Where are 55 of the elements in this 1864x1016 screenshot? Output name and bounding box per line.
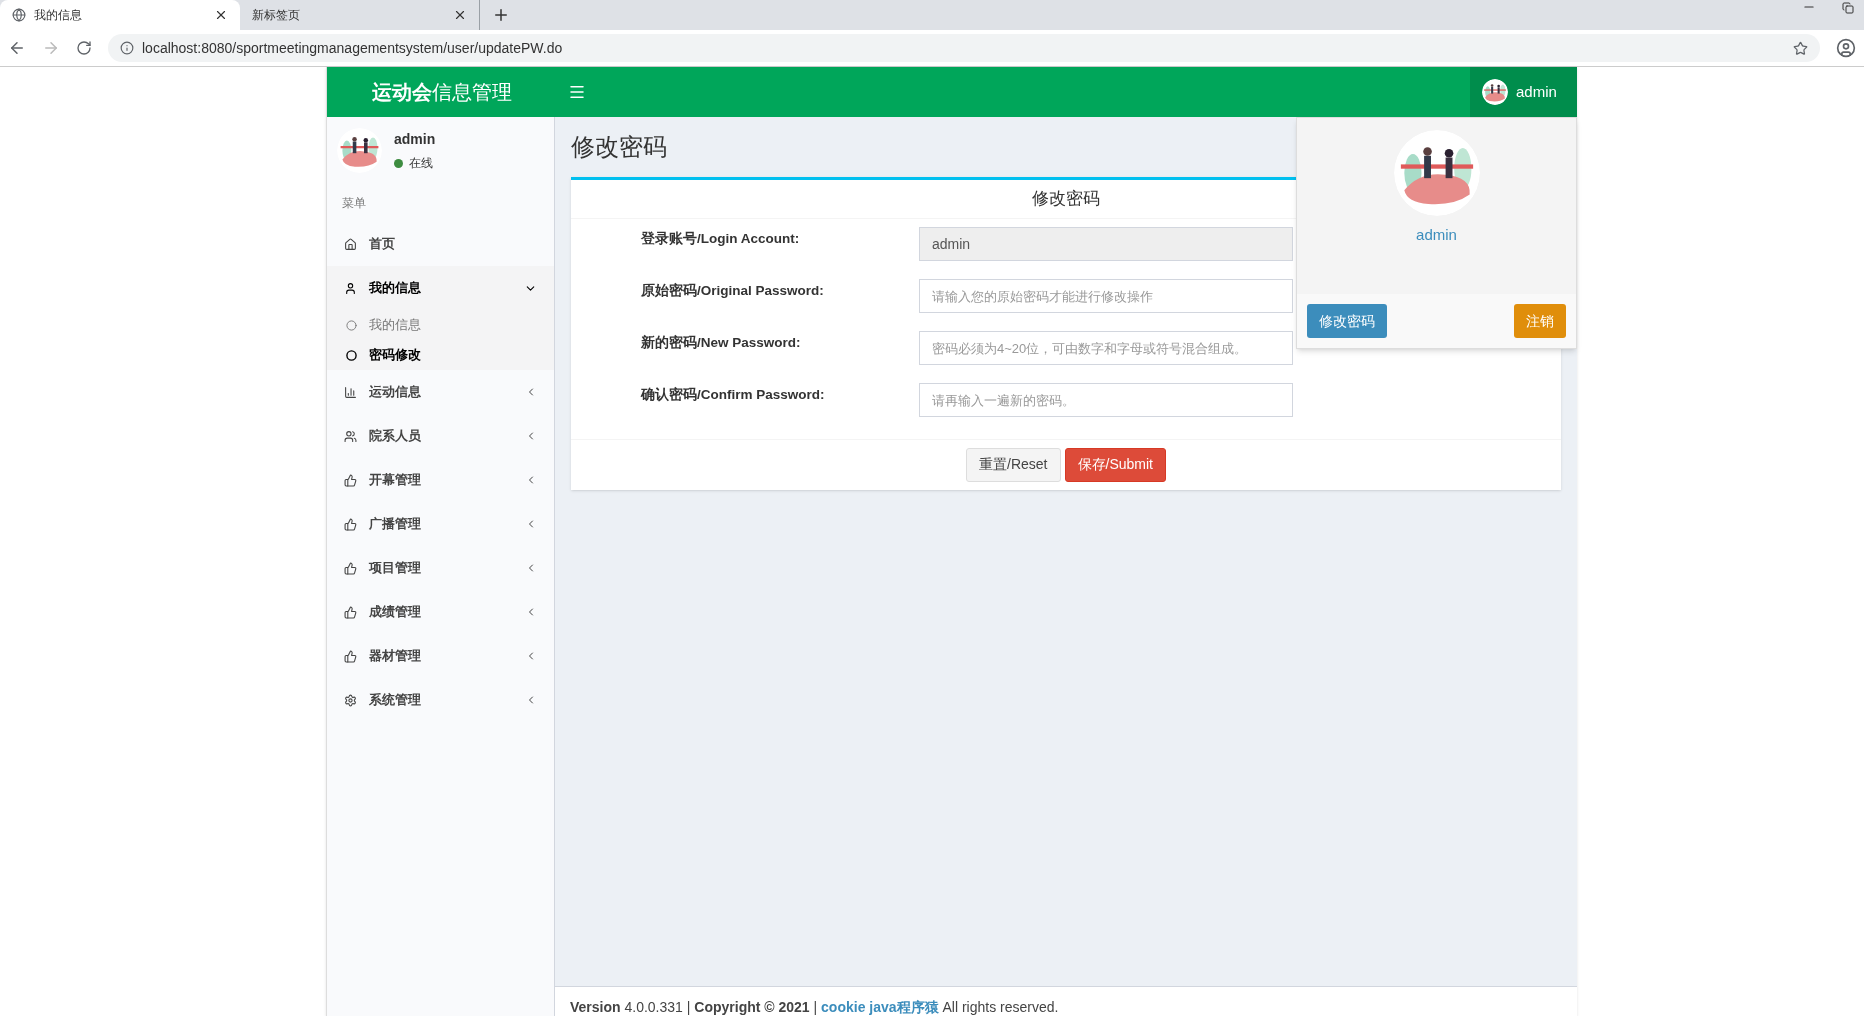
author-link[interactable]: cookie java程序猿 <box>821 999 939 1015</box>
menu-item[interactable]: 系统管理 <box>327 678 554 722</box>
field-label: 登录账号/Login Account: <box>641 229 801 248</box>
back-icon[interactable] <box>8 39 26 57</box>
menu-item[interactable]: 运动信息 <box>327 370 554 414</box>
close-icon[interactable] <box>214 8 228 22</box>
page-title: 修改密码 <box>571 132 667 162</box>
menu-item[interactable]: 项目管理 <box>327 546 554 590</box>
status-text: 在线 <box>409 155 433 172</box>
menu-item[interactable]: 首页 <box>327 222 554 266</box>
home-icon <box>344 237 357 251</box>
browser-tab[interactable]: 我的信息 <box>0 0 240 30</box>
circle-icon <box>346 349 357 361</box>
thumbs-up-icon <box>344 605 357 619</box>
circle-icon <box>346 319 357 331</box>
star-icon[interactable] <box>1793 40 1808 56</box>
globe-icon <box>12 8 26 22</box>
menu-item[interactable]: 成绩管理 <box>327 590 554 634</box>
menu-item[interactable]: 开幕管理 <box>327 458 554 502</box>
user-icon <box>344 281 357 295</box>
thumbs-up-icon <box>344 561 357 575</box>
form-button[interactable]: 保存/Submit <box>1064 447 1166 482</box>
dropdown-button[interactable]: 修改密码 <box>1307 304 1387 338</box>
tab-title: 新标签页 <box>252 7 301 24</box>
settings-icon <box>344 693 357 707</box>
close-icon[interactable] <box>453 8 467 22</box>
address-bar[interactable]: localhost:8080/sportmeetingmanagementsystem/user/updatePW.do <box>108 34 1820 62</box>
thumbs-up-icon <box>344 473 357 487</box>
field-label: 确认密码/Confirm Password: <box>641 385 826 404</box>
field-label: 新的密码/New Password: <box>641 333 802 352</box>
menu-header: 菜单 <box>341 195 367 212</box>
tab-title: 我的信息 <box>34 7 83 24</box>
input-field[interactable]: 请输入您的原始密码才能进行修改操作 <box>919 278 1293 313</box>
reload-icon[interactable] <box>76 40 92 56</box>
user-menu-toggle[interactable]: admin <box>1470 67 1577 117</box>
bar-chart-icon <box>344 385 357 399</box>
restore-icon[interactable] <box>1842 2 1854 14</box>
thumbs-up-icon <box>344 649 357 663</box>
users-icon <box>344 429 357 443</box>
info-icon[interactable] <box>120 41 134 55</box>
menu-item[interactable]: 院系人员 <box>327 414 554 458</box>
account-icon[interactable] <box>1836 38 1856 58</box>
menu-item[interactable]: 我的信息 <box>327 266 554 310</box>
new-tab-icon[interactable] <box>492 6 510 24</box>
input-field[interactable]: 密码必须为4~20位，可由数字和字母或符号混合组成。 <box>919 330 1293 365</box>
footer-text: Version 4.0.0.331 | Copyright © 2021 | cookie java程序猿 All rights reserved. <box>570 999 1059 1015</box>
thumbs-up-icon <box>344 517 357 531</box>
menu-item[interactable]: 广播管理 <box>327 502 554 546</box>
submenu-item[interactable]: 密码修改 <box>327 340 554 370</box>
dropdown-user-name: admin <box>1416 225 1457 245</box>
form-button[interactable]: 重置/Reset <box>966 447 1061 482</box>
field-label: 原始密码/Original Password: <box>641 281 825 300</box>
user-name: admin <box>394 130 436 149</box>
menu-item[interactable]: 器材管理 <box>327 634 554 678</box>
submenu-item[interactable]: 我的信息 <box>327 310 554 340</box>
